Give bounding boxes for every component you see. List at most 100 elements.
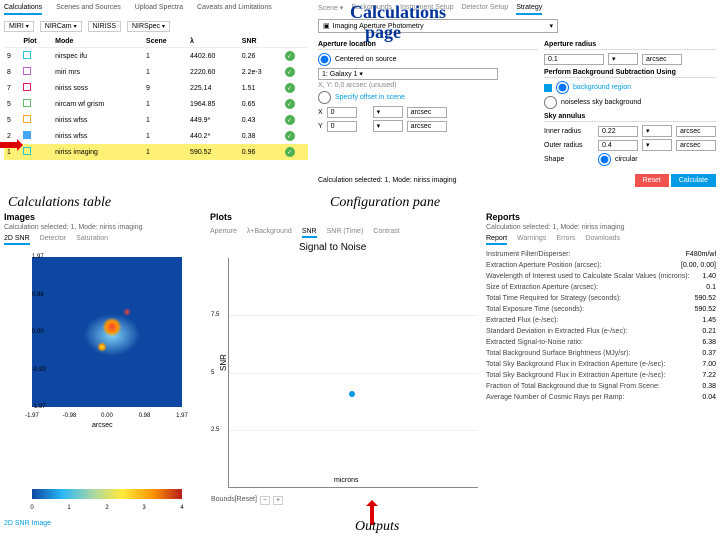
image-caption-link[interactable]: 2D SNR Image: [4, 520, 51, 527]
tab-strategy[interactable]: Strategy: [516, 4, 542, 15]
tab-detector[interactable]: Detector: [40, 235, 66, 245]
tab-scenes[interactable]: Scenes and Sources: [56, 4, 121, 15]
tab-downloads[interactable]: Downloads: [585, 235, 620, 245]
tab-errors[interactable]: Errors: [556, 235, 575, 245]
zoom-in-icon[interactable]: +: [273, 496, 283, 505]
page-subtitle: page: [365, 22, 401, 43]
tab-upload[interactable]: Upload Spectra: [135, 4, 183, 15]
tab-bg[interactable]: λ+Background: [247, 228, 292, 238]
nirspec-button[interactable]: NIRSpec▾: [127, 21, 170, 32]
shape-radio[interactable]: [598, 153, 611, 166]
table-row[interactable]: 8miri mrs12220.602.2e-3✓: [4, 64, 308, 80]
col-lambda[interactable]: λ: [187, 36, 239, 48]
tab-saturation[interactable]: Saturation: [76, 235, 108, 245]
tab-detector[interactable]: Detector Setup: [461, 4, 508, 15]
check-icon: ✓: [285, 51, 295, 61]
ap-unit[interactable]: arcsec: [642, 54, 682, 65]
ap-step[interactable]: ▾: [608, 53, 638, 65]
plot-color-icon[interactable]: [23, 115, 31, 123]
report-row: Total Sky Background Flux in Extraction …: [486, 370, 716, 381]
ytick: 5: [211, 370, 214, 376]
inner-unit[interactable]: arcsec: [676, 126, 716, 137]
outer-step[interactable]: ▾: [642, 139, 672, 151]
arrow-icon: [0, 142, 18, 148]
images-title: Images: [4, 212, 204, 222]
report-row: Average Number of Cosmic Rays per Ramp:0…: [486, 392, 716, 403]
report-row: Size of Extraction Aperture (arcsec):0.1: [486, 282, 716, 293]
check-icon: ✓: [285, 147, 295, 157]
plot-color-icon[interactable]: [23, 51, 31, 59]
ytick: 0.00: [32, 329, 44, 335]
plot-color-icon[interactable]: [23, 147, 31, 155]
tab-2dsnr[interactable]: 2D SNR: [4, 235, 30, 245]
nircam-button[interactable]: NIRCam▾: [40, 21, 82, 32]
bounds-control[interactable]: Bounds[Reset] − +: [211, 496, 283, 505]
plots-title: Plots: [210, 212, 480, 222]
table-row[interactable]: 5nircam wf grism11964.850.65✓: [4, 96, 308, 112]
report-row: Extracted Flux (e-/sec):1.45: [486, 315, 716, 326]
snr-heatmap: [32, 257, 182, 407]
table-row[interactable]: 2niriss wfss1440.2*0.38✓: [4, 128, 308, 144]
tab-warnings[interactable]: Warnings: [517, 235, 546, 245]
table-row[interactable]: 7niriss soss9225.141.51✓: [4, 80, 308, 96]
outer-label: Outer radius: [544, 142, 594, 149]
table-row[interactable]: 5niriss wfss1449.9*0.43✓: [4, 112, 308, 128]
outer-unit[interactable]: arcsec: [676, 140, 716, 151]
tab-scene[interactable]: Scene ▾: [318, 4, 343, 15]
y-input[interactable]: [327, 121, 357, 132]
ytick: -1.97: [32, 404, 46, 410]
instrument-toolbar: MIRI▾ NIRCam▾ NIRISS NIRSpec▾: [4, 21, 308, 32]
cbtick: 1: [67, 505, 70, 511]
col-scene[interactable]: Scene: [143, 36, 187, 48]
page-title: Calculations: [350, 2, 446, 23]
bg-region-radio[interactable]: [556, 81, 569, 94]
miri-button[interactable]: MIRI▾: [4, 21, 34, 32]
col-mode[interactable]: Mode: [52, 36, 143, 48]
centered-radio[interactable]: [318, 53, 331, 66]
x-step[interactable]: ▾: [373, 106, 403, 118]
col-status[interactable]: [282, 36, 308, 48]
plot-color-icon[interactable]: [23, 67, 31, 75]
y-unit[interactable]: arcsec: [407, 121, 447, 132]
inner-input[interactable]: [598, 126, 638, 137]
y-step[interactable]: ▾: [373, 120, 403, 132]
y-label: Y: [318, 123, 323, 130]
plot-color-icon[interactable]: [23, 131, 31, 139]
tab-caveats[interactable]: Caveats and Limitations: [197, 4, 272, 15]
table-row[interactable]: 1niriss imaging1590.520.96✓: [4, 144, 308, 160]
calculate-button[interactable]: Calculate: [671, 174, 716, 187]
reset-button[interactable]: Reset: [635, 174, 669, 187]
tab-calculations[interactable]: Calculations: [4, 4, 42, 15]
tab-report[interactable]: Report: [486, 235, 507, 245]
colorbar: [32, 489, 182, 499]
images-subtitle: Calculation selected: 1, Mode: niriss im…: [4, 224, 204, 231]
niriss-button[interactable]: NIRISS: [88, 21, 121, 32]
inner-step[interactable]: ▾: [642, 125, 672, 137]
chart-ylabel: SNR: [219, 354, 228, 371]
tab-contrast[interactable]: Contrast: [373, 228, 399, 238]
col-plot[interactable]: Plot: [20, 36, 52, 48]
outer-input[interactable]: [598, 140, 638, 151]
report-row: Total Time Required for Strategy (second…: [486, 293, 716, 304]
x-unit[interactable]: arcsec: [407, 107, 447, 118]
offset-radio[interactable]: [318, 91, 331, 104]
calc-table-annotation: Calculations table: [8, 195, 111, 211]
tab-snr-time[interactable]: SNR (Time): [327, 228, 364, 238]
table-row[interactable]: 9nirspec ifu14402.600.26✓: [4, 48, 308, 65]
tab-aperture[interactable]: Aperture: [210, 228, 237, 238]
zoom-out-icon[interactable]: −: [260, 496, 270, 505]
plot-color-icon[interactable]: [23, 99, 31, 107]
tab-snr[interactable]: SNR: [302, 228, 317, 238]
xtick: 0.00: [101, 413, 113, 419]
col-snr[interactable]: SNR: [239, 36, 282, 48]
chevron-down-icon: ▾: [549, 22, 553, 30]
noiseless-radio[interactable]: [544, 96, 557, 109]
snr-image-plot: arcsec 1.97 0.98 0.00 -0.93 -1.97 -1.97 …: [4, 249, 204, 449]
aperture-radius-input[interactable]: [544, 54, 604, 65]
target-select[interactable]: 1: Galaxy 1 ▾: [318, 68, 498, 80]
col-id[interactable]: [4, 36, 20, 48]
plot-color-icon[interactable]: [23, 83, 31, 91]
legend-icon: [544, 84, 552, 92]
x-input[interactable]: [327, 107, 357, 118]
report-row: Total Background Surface Brightness (MJy…: [486, 348, 716, 359]
